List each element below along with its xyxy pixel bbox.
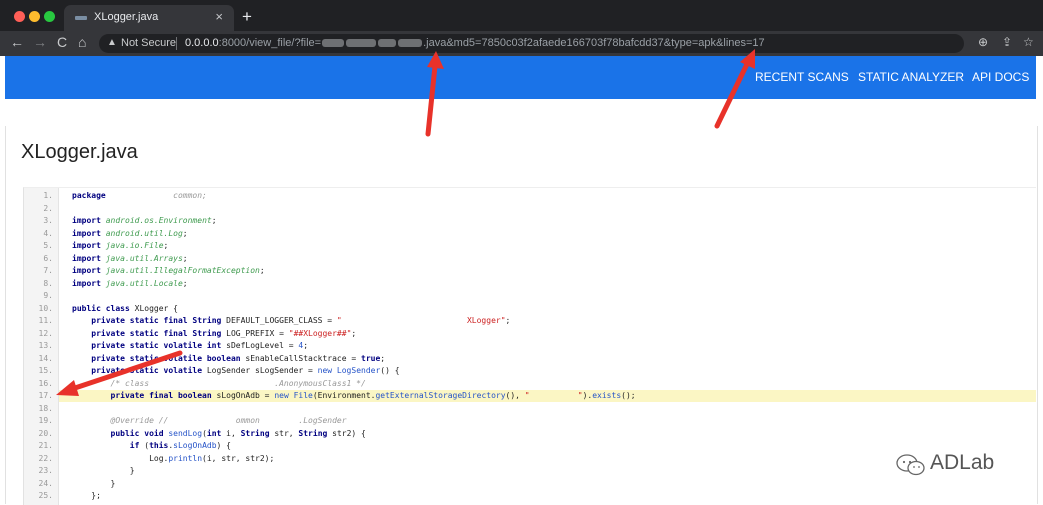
annotation-arrow	[714, 49, 755, 129]
annotation-arrows	[56, 49, 755, 396]
annotation-arrow	[56, 350, 183, 396]
annotation-arrow	[425, 51, 444, 137]
